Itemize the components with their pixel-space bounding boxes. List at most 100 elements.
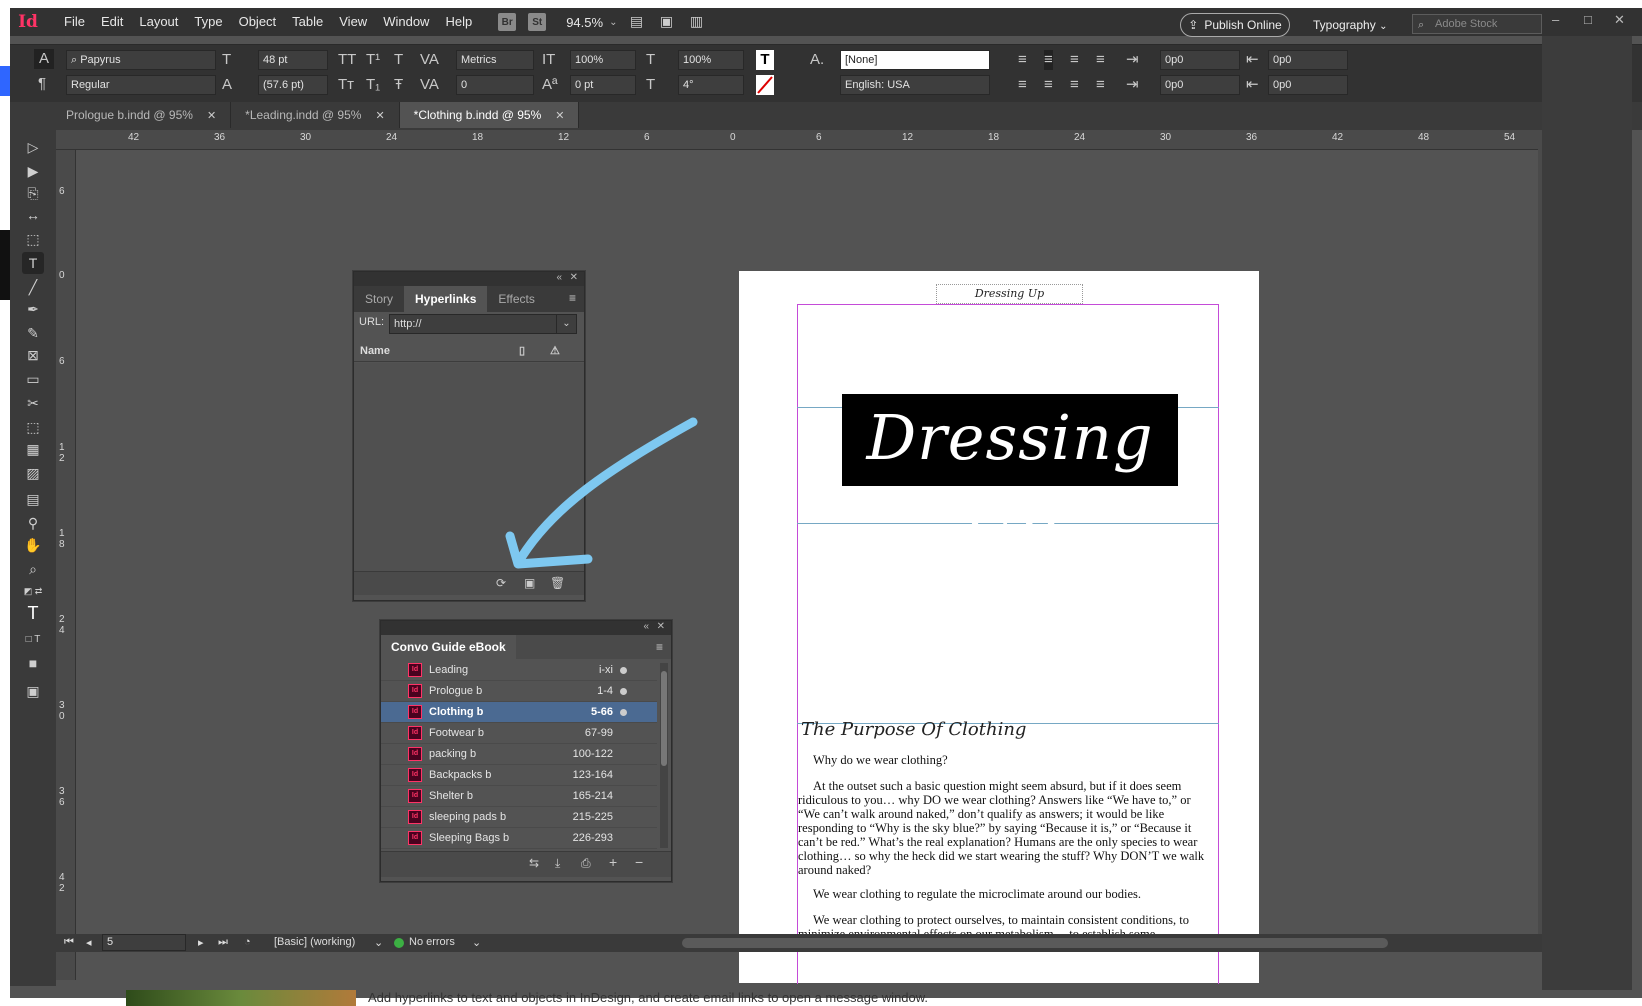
page-tool-icon[interactable]: ⎘ [22, 182, 44, 204]
vertical-scale-field[interactable]: 100% [570, 50, 636, 70]
book-row[interactable]: Id sleeping pads b 215-225 [381, 807, 657, 828]
fill-stroke-icon[interactable]: T [22, 602, 44, 624]
menu-file[interactable]: File [56, 8, 93, 36]
font-size-field[interactable]: 48 pt [258, 50, 328, 70]
close-icon[interactable]: ✕ [207, 109, 216, 122]
tab-effects[interactable]: Effects [487, 286, 545, 312]
align-right-icon[interactable]: ≡ [1070, 50, 1079, 70]
type-tool-icon[interactable]: T [22, 252, 44, 274]
all-caps-icon[interactable]: TT [338, 50, 356, 70]
menu-type[interactable]: Type [186, 8, 230, 36]
stock-button[interactable]: St [528, 13, 547, 31]
gap-tool-icon[interactable]: ↔ [22, 204, 44, 226]
page-number-field[interactable]: 5 [102, 934, 186, 951]
justify-all-icon[interactable]: ≡ [1096, 75, 1105, 95]
previous-page-icon[interactable]: ◂ [86, 936, 92, 949]
chevron-down-icon[interactable]: ⌄ [374, 936, 383, 949]
book-tab[interactable]: Convo Guide eBook ≡ [381, 635, 671, 659]
bridge-button[interactable]: Br [498, 13, 517, 31]
fill-text-icon[interactable]: T [756, 50, 774, 70]
collapse-icon[interactable]: « [556, 272, 562, 283]
body-paragraph[interactable]: Why do we wear clothing? [798, 753, 1212, 767]
horizontal-scale-field[interactable]: 100% [678, 50, 744, 70]
selection-tool-icon[interactable]: ▷ [22, 136, 44, 158]
remove-document-icon[interactable]: − [635, 854, 643, 870]
pencil-tool-icon[interactable]: ✎ [22, 322, 44, 344]
preflight-profile[interactable]: [Basic] (working) [274, 936, 355, 948]
book-row[interactable]: Id Sleeping Bags b 226-293 [381, 828, 657, 849]
justify-right-icon[interactable]: ≡ [1070, 75, 1079, 95]
tab-story[interactable]: Story [354, 286, 404, 312]
menu-table[interactable]: Table [284, 8, 331, 36]
menu-view[interactable]: View [331, 8, 375, 36]
menu-object[interactable]: Object [231, 8, 285, 36]
default-colors-icon[interactable]: ◩ ⇄ [22, 580, 44, 602]
book-row[interactable]: Id Backpacks b 123-164 [381, 765, 657, 786]
chevron-down-icon[interactable]: ⌄ [556, 315, 576, 333]
baseline-shift-field[interactable]: 0 pt [570, 75, 636, 95]
synchronize-icon[interactable]: ⇆ [529, 856, 539, 870]
small-caps-icon[interactable]: Tт [338, 75, 354, 95]
maximize-icon[interactable]: □ [1584, 12, 1592, 27]
last-page-icon[interactable]: ⏭ [218, 936, 228, 949]
tracking-field[interactable]: 0 [456, 75, 534, 95]
stroke-none-icon[interactable] [756, 75, 774, 95]
line-tool-icon[interactable]: ╱ [22, 276, 44, 298]
save-book-icon[interactable]: ⤓ [555, 856, 560, 871]
scroll-thumb[interactable] [661, 671, 667, 766]
free-transform-tool-icon[interactable]: ⬚ [22, 416, 44, 438]
formatting-affects-text-icon[interactable]: □ T [22, 628, 44, 650]
first-page-icon[interactable]: ⏮ [64, 936, 74, 949]
close-icon[interactable]: ✕ [375, 109, 384, 122]
leading-field[interactable]: (57.6 pt) [258, 75, 328, 95]
body-paragraph[interactable]: At the outset such a basic question migh… [798, 779, 1212, 877]
tab-hyperlinks[interactable]: Hyperlinks [404, 286, 488, 312]
stock-search-input[interactable]: ⌕ Adobe Stock [1412, 14, 1542, 34]
menu-window[interactable]: Window [375, 8, 437, 36]
note-tool-icon[interactable]: ▤ [22, 488, 44, 510]
rectangle-tool-icon[interactable]: ▭ [22, 368, 44, 390]
close-icon[interactable]: ✕ [555, 109, 564, 122]
scissors-tool-icon[interactable]: ✂ [22, 392, 44, 414]
zoom-level[interactable]: 94.5% [566, 15, 603, 30]
align-towards-spine-icon[interactable]: ≡ [1096, 50, 1105, 70]
screen-mode-icon[interactable]: ▣ [22, 680, 44, 702]
publish-online-button[interactable]: ⇪ Publish Online [1180, 13, 1290, 37]
panel-menu-icon[interactable]: ≡ [656, 640, 663, 654]
book-row[interactable]: Id Footwear b 67-99 [381, 723, 657, 744]
panel-titlebar[interactable]: « ✕ [381, 621, 671, 635]
close-window-icon[interactable]: ✕ [1614, 12, 1625, 28]
superscript-icon[interactable]: T¹ [366, 50, 380, 70]
menu-edit[interactable]: Edit [93, 8, 131, 36]
panel-menu-icon[interactable]: ≡ [569, 291, 576, 305]
character-formatting-icon[interactable]: A [34, 49, 54, 69]
document-page[interactable]: Dressing Up Dressing Up The Purpose Of C… [739, 271, 1259, 984]
zoom-dropdown-icon[interactable]: ⌄ [609, 17, 617, 28]
zoom-tool-icon[interactable]: ⌕ [22, 558, 44, 580]
running-header[interactable]: Dressing Up [936, 284, 1083, 304]
chapter-title[interactable]: Dressing Up [842, 394, 1178, 562]
tab-prologue[interactable]: Prologue b.indd @ 95% ✕ [52, 102, 232, 128]
chevron-down-icon[interactable]: ⌄ [472, 936, 481, 949]
workspace-switcher[interactable]: Typography ⌄ [1313, 13, 1387, 39]
arrange-documents-icon[interactable]: ▥ [685, 13, 707, 31]
warning-icon[interactable]: ⚠ [550, 340, 560, 362]
refresh-icon[interactable]: ⟳ [496, 576, 506, 590]
add-document-icon[interactable]: + [609, 854, 617, 870]
justify-center-icon[interactable]: ≡ [1044, 75, 1053, 95]
align-left-icon[interactable]: ≡ [1018, 50, 1027, 70]
align-center-icon[interactable]: ≡ [1044, 50, 1053, 70]
gradient-swatch-tool-icon[interactable]: ▦ [22, 438, 44, 460]
print-book-icon[interactable]: ⎙ [581, 856, 591, 871]
body-paragraph[interactable]: We wear clothing to regulate the microcl… [798, 887, 1212, 901]
section-heading[interactable]: The Purpose Of Clothing [801, 719, 1026, 740]
next-page-icon[interactable]: ▸ [198, 936, 204, 949]
menu-layout[interactable]: Layout [131, 8, 186, 36]
first-line-indent-field[interactable]: 0p0 [1160, 75, 1240, 95]
skew-field[interactable]: 4° [678, 75, 744, 95]
hand-tool-icon[interactable]: ✋ [22, 534, 44, 556]
screen-mode-icon[interactable]: ▣ [655, 13, 677, 31]
strikethrough-icon[interactable]: Ŧ [394, 75, 403, 95]
preflight-errors[interactable]: No errors [409, 936, 455, 948]
horizontal-scrollbar[interactable] [682, 938, 1388, 948]
